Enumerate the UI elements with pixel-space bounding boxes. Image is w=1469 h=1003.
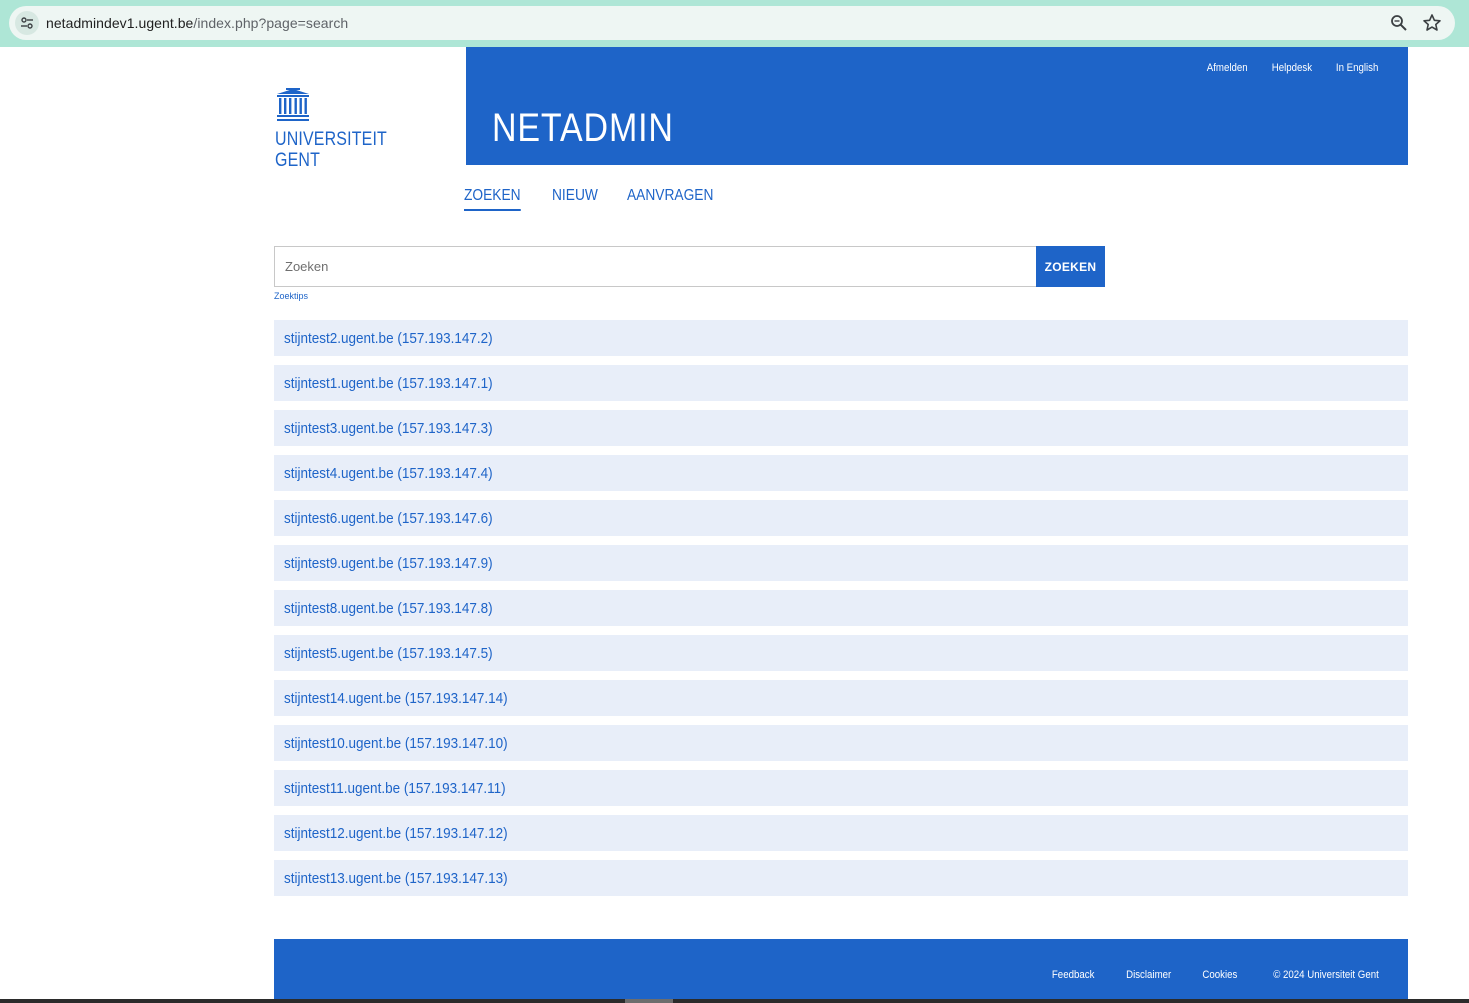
scrollbar-thumb[interactable] <box>625 999 673 1003</box>
list-item[interactable]: stijntest11.ugent.be (157.193.147.11) <box>274 770 1408 806</box>
feedback-link[interactable]: Feedback <box>1051 969 1094 981</box>
nav-item-nieuw[interactable]: NIEUW <box>552 187 598 211</box>
search-button[interactable]: ZOEKEN <box>1036 246 1105 287</box>
helpdesk-link[interactable]: Helpdesk <box>1272 62 1312 74</box>
result-link[interactable]: stijntest4.ugent.be (157.193.147.4) <box>284 465 493 482</box>
nav-item-aanvragen[interactable]: AANVRAGEN <box>627 187 713 211</box>
logo-line-universiteit: UNIVERSITEIT <box>275 129 387 150</box>
search-tips-link[interactable]: Zoektips <box>274 291 308 301</box>
list-item[interactable]: stijntest14.ugent.be (157.193.147.14) <box>274 680 1408 716</box>
result-link[interactable]: stijntest6.ugent.be (157.193.147.6) <box>284 510 493 527</box>
result-link[interactable]: stijntest2.ugent.be (157.193.147.2) <box>284 330 493 347</box>
list-item[interactable]: stijntest3.ugent.be (157.193.147.3) <box>274 410 1408 446</box>
list-item[interactable]: stijntest10.ugent.be (157.193.147.10) <box>274 725 1408 761</box>
url-path: /index.php?page=search <box>193 15 349 31</box>
cookies-link[interactable]: Cookies <box>1203 969 1238 981</box>
app-title: NETADMIN <box>492 106 674 150</box>
top-links: Afmelden Helpdesk In English <box>1204 62 1381 74</box>
result-link[interactable]: stijntest1.ugent.be (157.193.147.1) <box>284 375 493 392</box>
list-item[interactable]: stijntest13.ugent.be (157.193.147.13) <box>274 860 1408 896</box>
list-item[interactable]: stijntest4.ugent.be (157.193.147.4) <box>274 455 1408 491</box>
list-item[interactable]: stijntest8.ugent.be (157.193.147.8) <box>274 590 1408 626</box>
list-item[interactable]: stijntest2.ugent.be (157.193.147.2) <box>274 320 1408 356</box>
url-text[interactable]: netadmindev1.ugent.be/index.php?page=sea… <box>46 15 348 31</box>
browser-toolbar: netadmindev1.ugent.be/index.php?page=sea… <box>0 0 1469 47</box>
result-link[interactable]: stijntest10.ugent.be (157.193.147.10) <box>284 735 508 752</box>
url-host: netadmindev1.ugent.be <box>46 15 194 31</box>
main-nav: ZOEKEN NIEUW AANVRAGEN <box>464 187 728 211</box>
disclaimer-link[interactable]: Disclaimer <box>1126 969 1171 981</box>
search-field-wrapper <box>274 246 1037 287</box>
result-link[interactable]: stijntest5.ugent.be (157.193.147.5) <box>284 645 493 662</box>
list-item[interactable]: stijntest5.ugent.be (157.193.147.5) <box>274 635 1408 671</box>
logo-wordmark: UNIVERSITEIT GENT <box>275 129 387 171</box>
result-link[interactable]: stijntest8.ugent.be (157.193.147.8) <box>284 600 493 617</box>
list-item[interactable]: stijntest9.ugent.be (157.193.147.9) <box>274 545 1408 581</box>
site-info-icon[interactable] <box>15 11 39 35</box>
horizontal-scrollbar[interactable] <box>0 999 1469 1003</box>
footer-links: Feedback Disclaimer Cookies © 2024 Unive… <box>1049 969 1386 981</box>
result-link[interactable]: stijntest11.ugent.be (157.193.147.11) <box>284 780 506 797</box>
nav-item-zoeken[interactable]: ZOEKEN <box>464 187 521 211</box>
logout-link[interactable]: Afmelden <box>1207 62 1248 74</box>
result-link[interactable]: stijntest14.ugent.be (157.193.147.14) <box>284 690 508 707</box>
search-input[interactable] <box>275 247 1037 286</box>
bookmark-star-icon[interactable] <box>1422 13 1442 33</box>
result-link[interactable]: stijntest12.ugent.be (157.193.147.12) <box>284 825 508 842</box>
list-item[interactable]: stijntest12.ugent.be (157.193.147.12) <box>274 815 1408 851</box>
results-list: stijntest2.ugent.be (157.193.147.2) stij… <box>274 320 1408 905</box>
zoom-icon[interactable] <box>1390 14 1408 32</box>
result-link[interactable]: stijntest13.ugent.be (157.193.147.13) <box>284 870 508 887</box>
copyright-text: © 2024 Universiteit Gent <box>1273 969 1379 981</box>
header-banner: Afmelden Helpdesk In English NETADMIN <box>466 47 1408 165</box>
address-bar[interactable]: netadmindev1.ugent.be/index.php?page=sea… <box>9 6 1455 40</box>
page-footer: Feedback Disclaimer Cookies © 2024 Unive… <box>274 939 1408 1003</box>
result-link[interactable]: stijntest3.ugent.be (157.193.147.3) <box>284 420 493 437</box>
logo-line-gent: GENT <box>275 150 321 171</box>
list-item[interactable]: stijntest6.ugent.be (157.193.147.6) <box>274 500 1408 536</box>
list-item[interactable]: stijntest1.ugent.be (157.193.147.1) <box>274 365 1408 401</box>
english-link[interactable]: In English <box>1336 62 1379 74</box>
result-link[interactable]: stijntest9.ugent.be (157.193.147.9) <box>284 555 493 572</box>
